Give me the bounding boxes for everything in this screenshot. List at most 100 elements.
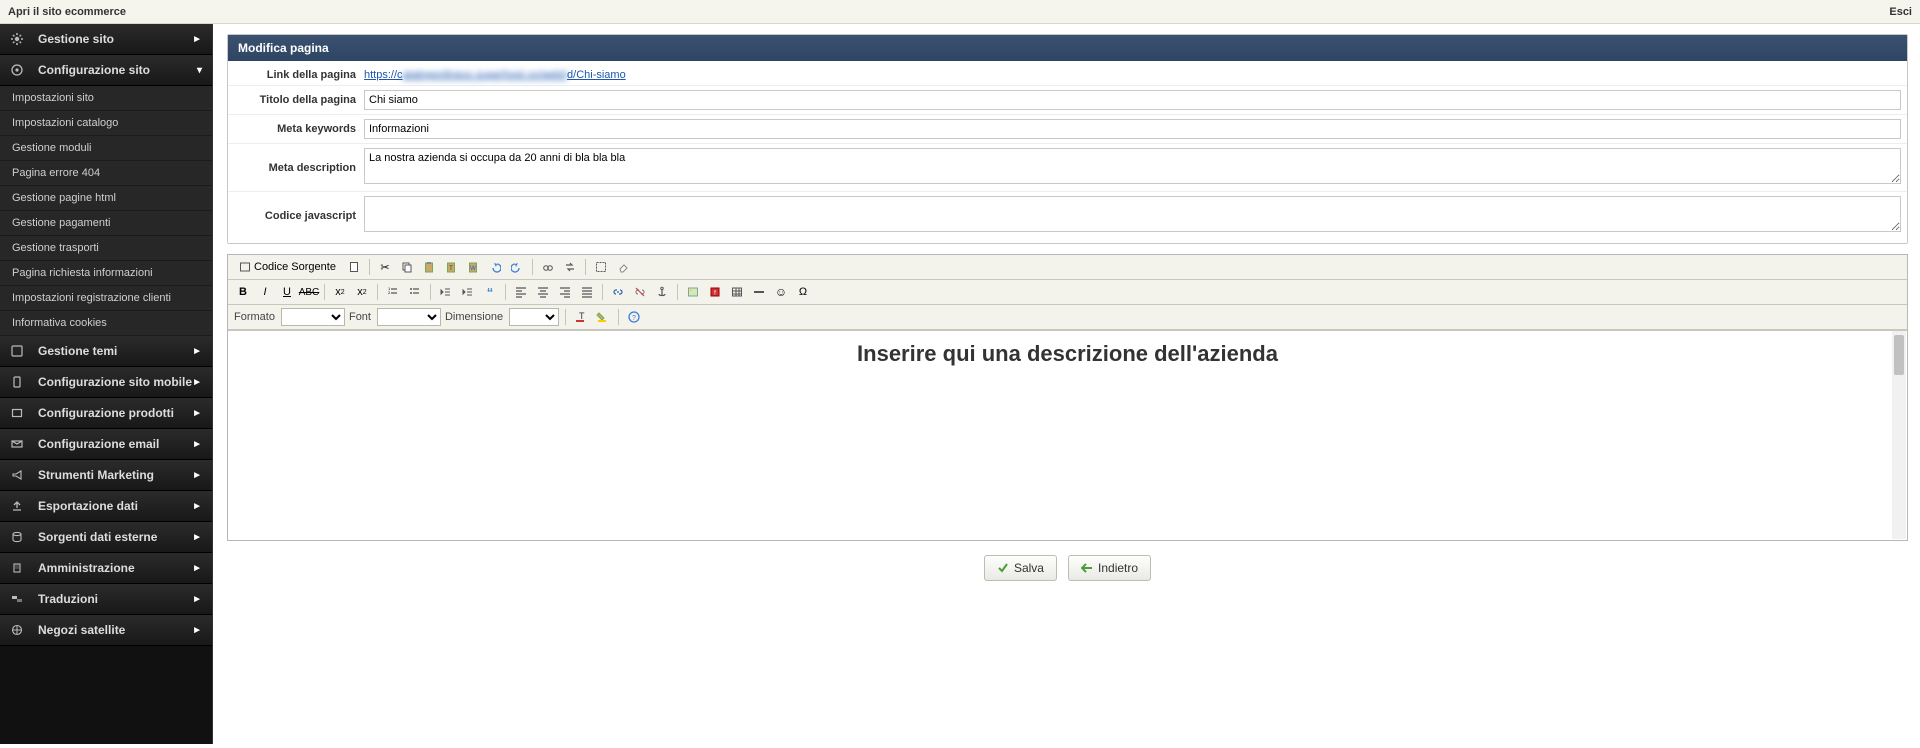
specialchar-button[interactable]: Ω	[794, 283, 812, 301]
panel-title: Modifica pagina	[228, 35, 1907, 61]
textcolor-icon: T	[574, 310, 588, 324]
page-link[interactable]: https://catalogonlinexx.superhost.xx/web…	[364, 69, 626, 81]
paste-word-button[interactable]: W	[464, 258, 482, 276]
rich-text-editor: Codice Sorgente ✂ T W B I U	[227, 254, 1908, 541]
editor-toolbar-row1: Codice Sorgente ✂ T W	[228, 255, 1907, 280]
editor-scrollbar[interactable]	[1892, 331, 1906, 539]
sidebar-group-sorgenti-dati-esterne[interactable]: Sorgenti dati esterne ►	[0, 522, 212, 553]
textcolor-button[interactable]: T	[572, 308, 590, 326]
sidebar-group-label: Configurazione sito	[38, 63, 150, 77]
binoculars-icon	[542, 261, 554, 273]
open-site-link[interactable]: Apri il sito ecommerce	[8, 6, 126, 18]
sidebar-group-traduzioni[interactable]: Traduzioni ►	[0, 584, 212, 615]
sidebar-group-label: Strumenti Marketing	[38, 468, 154, 482]
logout-link[interactable]: Esci	[1889, 6, 1912, 18]
field-label-link: Link della pagina	[234, 69, 364, 81]
outdent-button[interactable]	[437, 283, 455, 301]
chevron-down-icon: ▾	[197, 65, 202, 76]
sidebar-item-impostazioni-sito[interactable]: Impostazioni sito	[0, 86, 212, 111]
chevron-right-icon: ►	[192, 470, 202, 481]
sidebar-group-configurazione-prodotti[interactable]: Configurazione prodotti ►	[0, 398, 212, 429]
editor-body[interactable]: Inserire qui una descrizione dell'aziend…	[228, 330, 1907, 540]
blockquote-button[interactable]: “	[481, 283, 499, 301]
sidebar-group-configurazione-sito[interactable]: Configurazione sito ▾	[0, 55, 212, 86]
sidebar-group-gestione-temi[interactable]: Gestione temi ►	[0, 336, 212, 367]
sidebar-group-label: Gestione temi	[38, 344, 117, 358]
bold-button[interactable]: B	[234, 283, 252, 301]
anchor-button[interactable]	[653, 283, 671, 301]
hr-icon	[753, 286, 765, 298]
strike-button[interactable]: ABC	[300, 283, 318, 301]
sidebar-group-configurazione-email[interactable]: Configurazione email ►	[0, 429, 212, 460]
sidebar-item-pagina-richiesta-informazioni[interactable]: Pagina richiesta informazioni	[0, 261, 212, 286]
hr-button[interactable]	[750, 283, 768, 301]
align-justify-button[interactable]	[578, 283, 596, 301]
page-title-input[interactable]	[364, 90, 1901, 110]
smiley-button[interactable]: ☺	[772, 283, 790, 301]
undo-icon	[489, 261, 501, 273]
align-center-icon	[537, 286, 549, 298]
about-button[interactable]: ?	[625, 308, 643, 326]
paste-button[interactable]	[420, 258, 438, 276]
redo-button[interactable]	[508, 258, 526, 276]
bgcolor-button[interactable]	[594, 308, 612, 326]
size-select[interactable]	[509, 308, 559, 326]
sidebar-item-pagina-errore-404[interactable]: Pagina errore 404	[0, 161, 212, 186]
underline-button[interactable]: U	[278, 283, 296, 301]
sidebar-group-negozi-satellite[interactable]: Negozi satellite ►	[0, 615, 212, 646]
find-button[interactable]	[539, 258, 557, 276]
font-select[interactable]	[377, 308, 441, 326]
field-label-meta-keywords: Meta keywords	[234, 123, 364, 135]
sidebar-item-gestione-trasporti[interactable]: Gestione trasporti	[0, 236, 212, 261]
subscript-button[interactable]: x2	[331, 283, 349, 301]
selectall-button[interactable]	[592, 258, 610, 276]
align-right-button[interactable]	[556, 283, 574, 301]
italic-button[interactable]: I	[256, 283, 274, 301]
source-button[interactable]: Codice Sorgente	[234, 258, 341, 276]
svg-text:W: W	[470, 266, 476, 272]
copy-button[interactable]	[398, 258, 416, 276]
image-icon	[687, 286, 699, 298]
sidebar-item-gestione-pagine-html[interactable]: Gestione pagine html	[0, 186, 212, 211]
link-button[interactable]	[609, 283, 627, 301]
align-left-button[interactable]	[512, 283, 530, 301]
main-content: Modifica pagina Link della pagina https:…	[213, 24, 1920, 744]
paste-text-button[interactable]: T	[442, 258, 460, 276]
back-button[interactable]: Indietro	[1068, 555, 1151, 581]
sidebar-group-label: Sorgenti dati esterne	[38, 530, 157, 544]
chevron-right-icon: ►	[192, 625, 202, 636]
bulletlist-button[interactable]	[406, 283, 424, 301]
sidebar-item-gestione-pagamenti[interactable]: Gestione pagamenti	[0, 211, 212, 236]
sidebar-group-gestione-sito[interactable]: Gestione sito ►	[0, 24, 212, 55]
save-button[interactable]: Salva	[984, 555, 1057, 581]
indent-button[interactable]	[459, 283, 477, 301]
flash-icon: f	[709, 286, 721, 298]
superscript-button[interactable]: x2	[353, 283, 371, 301]
new-page-button[interactable]	[345, 258, 363, 276]
image-button[interactable]	[684, 283, 702, 301]
sidebar-group-amministrazione[interactable]: Amministrazione ►	[0, 553, 212, 584]
numberedlist-button[interactable]: 12	[384, 283, 402, 301]
align-center-button[interactable]	[534, 283, 552, 301]
unlink-button[interactable]	[631, 283, 649, 301]
table-button[interactable]	[728, 283, 746, 301]
sidebar-item-impostazioni-registrazione-clienti[interactable]: Impostazioni registrazione clienti	[0, 286, 212, 311]
flash-button[interactable]: f	[706, 283, 724, 301]
sidebar-group-label: Configurazione prodotti	[38, 406, 174, 420]
undo-button[interactable]	[486, 258, 504, 276]
sidebar-item-informativa-cookies[interactable]: Informativa cookies	[0, 311, 212, 336]
meta-keywords-input[interactable]	[364, 119, 1901, 139]
removeformat-button[interactable]	[614, 258, 632, 276]
js-code-textarea[interactable]	[364, 196, 1901, 232]
meta-description-textarea[interactable]: La nostra azienda si occupa da 20 anni d…	[364, 148, 1901, 184]
sidebar-group-esportazione-dati[interactable]: Esportazione dati ►	[0, 491, 212, 522]
cut-button[interactable]: ✂	[376, 258, 394, 276]
replace-button[interactable]	[561, 258, 579, 276]
sidebar-item-impostazioni-catalogo[interactable]: Impostazioni catalogo	[0, 111, 212, 136]
format-label: Formato	[234, 311, 275, 323]
mobile-icon	[10, 375, 24, 389]
format-select[interactable]	[281, 308, 345, 326]
sidebar-group-configurazione-sito-mobile[interactable]: Configurazione sito mobile ►	[0, 367, 212, 398]
sidebar-group-strumenti-marketing[interactable]: Strumenti Marketing ►	[0, 460, 212, 491]
sidebar-item-gestione-moduli[interactable]: Gestione moduli	[0, 136, 212, 161]
